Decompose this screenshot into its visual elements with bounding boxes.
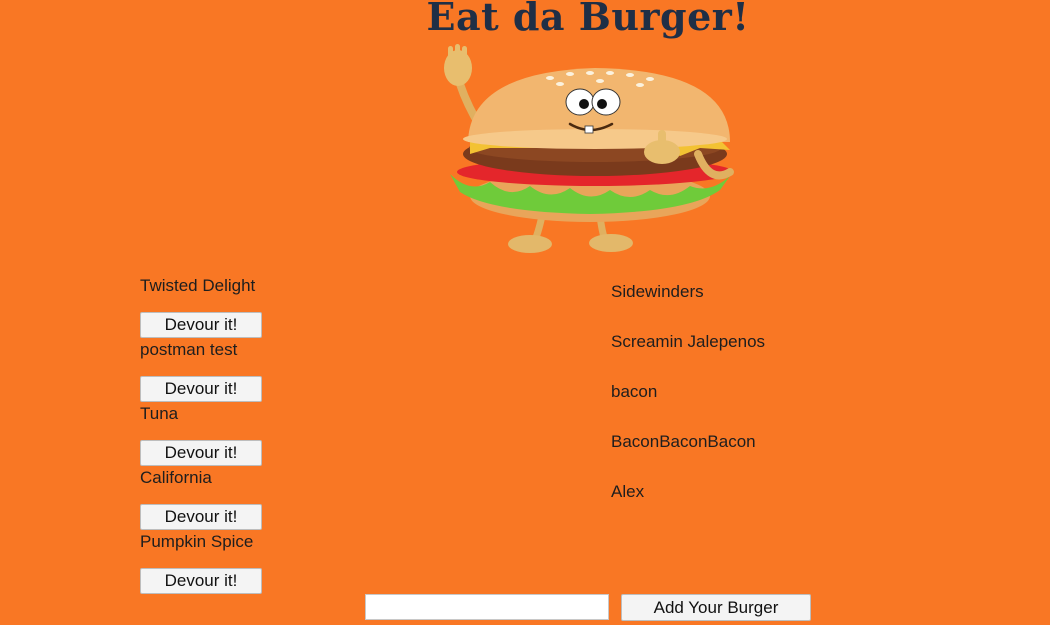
burger-name-input[interactable] [365, 594, 609, 620]
devour-button[interactable]: Devour it! [140, 312, 262, 338]
list-item: BaconBaconBacon [611, 432, 756, 451]
burger-name: postman test [140, 340, 238, 359]
list-item: California Devour it! [140, 468, 500, 532]
list-item: bacon [611, 382, 658, 401]
devour-button[interactable]: Devour it! [140, 376, 262, 402]
devour-button[interactable]: Devour it! [140, 504, 262, 530]
burger-name: California [140, 468, 212, 487]
list-item: Twisted Delight Devour it! [140, 276, 500, 340]
devour-button[interactable]: Devour it! [140, 440, 262, 466]
uneaten-burger-list: Twisted Delight Devour it! postman test … [140, 276, 500, 596]
list-item: Alex [611, 482, 645, 501]
list-item: Screamin Jalepenos [611, 332, 766, 351]
burger-name: Twisted Delight [140, 276, 256, 295]
burger-name: Tuna [140, 404, 179, 423]
list-item: postman test Devour it! [140, 340, 500, 404]
devour-button[interactable]: Devour it! [140, 568, 262, 594]
add-burger-button[interactable]: Add Your Burger [621, 594, 811, 621]
list-item: Sidewinders [611, 282, 704, 301]
devoured-burger-list: Sidewinders Screamin Jalepenos bacon Bac… [611, 282, 911, 532]
burger-mascot-icon [430, 44, 750, 259]
page-title: Eat da Burger! [426, 0, 750, 39]
burger-name: Pumpkin Spice [140, 532, 254, 551]
list-item: Tuna Devour it! [140, 404, 500, 468]
list-item: Pumpkin Spice Devour it! [140, 532, 500, 596]
